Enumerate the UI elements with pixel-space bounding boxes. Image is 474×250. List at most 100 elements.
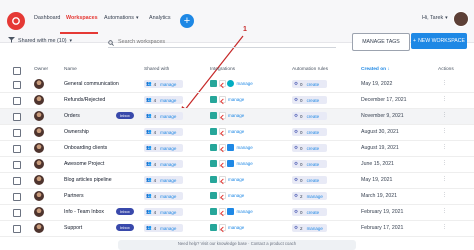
manage-integrations-link[interactable]: manage — [228, 193, 244, 198]
nav-automations[interactable]: Automations ▾ — [104, 15, 138, 21]
table-row[interactable]: General communication 👥 4 manage manage … — [0, 77, 474, 93]
manage-shared-link[interactable]: manage — [160, 114, 176, 119]
workspace-name[interactable]: General communication — [64, 81, 119, 87]
manage-integrations-link[interactable]: manage — [237, 209, 253, 214]
integrations[interactable]: manage — [210, 192, 244, 199]
shared-with[interactable]: 👥 4 manage — [144, 112, 183, 120]
automation-rules[interactable]: ⚙ 0 create — [292, 176, 327, 184]
manage-shared-link[interactable]: manage — [160, 146, 176, 151]
row-checkbox[interactable] — [13, 193, 21, 201]
automation-rules[interactable]: ⚙ 0 create — [292, 144, 327, 152]
automation-rules[interactable]: ⚙ 0 create — [292, 80, 327, 88]
automation-rules[interactable]: ⚙ 2 manage — [292, 192, 327, 200]
select-all-checkbox[interactable] — [13, 67, 21, 75]
integrations[interactable]: manage — [210, 160, 253, 167]
integrations[interactable]: manage — [210, 224, 244, 231]
manage-integrations-link[interactable]: manage — [228, 97, 244, 102]
manage-shared-link[interactable]: manage — [160, 82, 176, 87]
workspace-name[interactable]: Orders — [64, 113, 80, 119]
rule-action-link[interactable]: create — [307, 130, 320, 135]
rule-action-link[interactable]: create — [307, 82, 320, 87]
row-checkbox[interactable] — [13, 129, 21, 137]
row-checkbox[interactable] — [13, 177, 21, 185]
rule-action-link[interactable]: create — [307, 178, 320, 183]
more-actions-icon[interactable]: ⋮ — [442, 80, 447, 86]
user-avatar[interactable] — [453, 11, 469, 27]
more-actions-icon[interactable]: ⋮ — [442, 112, 447, 118]
workspace-name[interactable]: Onboarding clients — [64, 145, 107, 151]
nav-dashboard[interactable]: Dashboard — [34, 15, 60, 21]
manage-shared-link[interactable]: manage — [160, 130, 176, 135]
nav-workspaces[interactable]: Workspaces — [66, 15, 98, 21]
workspace-name[interactable]: Refunds/Rejected — [64, 97, 105, 103]
shared-with[interactable]: 👥 4 manage — [144, 96, 183, 104]
add-button[interactable]: + — [180, 14, 194, 28]
workspace-name[interactable]: Partners — [64, 193, 84, 199]
integrations[interactable]: manage — [210, 128, 244, 135]
manage-integrations-link[interactable]: manage — [237, 81, 253, 86]
table-row[interactable]: Awesome Project 👥 4 manage manage ⚙ 0 cr… — [0, 157, 474, 173]
integrations[interactable]: manage — [210, 208, 253, 215]
rule-action-link[interactable]: manage — [307, 226, 323, 231]
row-checkbox[interactable] — [13, 209, 21, 217]
integrations[interactable]: manage — [210, 176, 244, 183]
integrations[interactable]: manage — [210, 112, 244, 119]
workspace-name[interactable]: Blog articles pipeline — [64, 177, 112, 183]
rule-action-link[interactable]: create — [307, 114, 320, 119]
workspace-name[interactable]: Info - Team Inbox — [64, 209, 104, 215]
automation-rules[interactable]: ⚙ 0 create — [292, 128, 327, 136]
workspace-name[interactable]: Support — [64, 225, 82, 231]
more-actions-icon[interactable]: ⋮ — [442, 160, 447, 166]
table-row[interactable]: Refunds/Rejected 👥 4 manage manage ⚙ 0 c… — [0, 93, 474, 109]
row-checkbox[interactable] — [13, 97, 21, 105]
automation-rules[interactable]: ⚙ 0 create — [292, 96, 327, 104]
rule-action-link[interactable]: create — [307, 162, 320, 167]
manage-integrations-link[interactable]: manage — [237, 161, 253, 166]
automation-rules[interactable]: ⚙ 0 create — [292, 160, 327, 168]
row-checkbox[interactable] — [13, 225, 21, 233]
workspace-name[interactable]: Awesome Project — [64, 161, 104, 167]
shared-with[interactable]: 👥 4 manage — [144, 208, 183, 216]
manage-shared-link[interactable]: manage — [160, 98, 176, 103]
manage-integrations-link[interactable]: manage — [228, 225, 244, 230]
row-checkbox[interactable] — [13, 145, 21, 153]
table-row[interactable]: Orders Inbox 👥 4 manage manage ⚙ 0 creat… — [0, 109, 474, 125]
integrations[interactable]: manage — [210, 144, 253, 151]
manage-integrations-link[interactable]: manage — [228, 177, 244, 182]
new-workspace-button[interactable]: + NEW WORKSPACE — [411, 33, 467, 49]
manage-shared-link[interactable]: manage — [160, 178, 176, 183]
table-row[interactable]: Onboarding clients 👥 4 manage manage ⚙ 0… — [0, 141, 474, 157]
manage-tags-button[interactable]: MANAGE TAGS — [352, 33, 410, 51]
more-actions-icon[interactable]: ⋮ — [442, 96, 447, 102]
shared-with[interactable]: 👥 4 manage — [144, 192, 183, 200]
help-footer[interactable]: Need help? Visit our knowledge base · Co… — [118, 240, 356, 250]
more-actions-icon[interactable]: ⋮ — [442, 144, 447, 150]
more-actions-icon[interactable]: ⋮ — [442, 192, 447, 198]
rule-action-link[interactable]: create — [307, 98, 320, 103]
shared-with[interactable]: 👥 4 manage — [144, 144, 183, 152]
search-box[interactable] — [108, 36, 336, 48]
workspace-name[interactable]: Ownership — [64, 129, 89, 135]
rule-action-link[interactable]: create — [307, 146, 320, 151]
integrations[interactable]: manage — [210, 80, 253, 87]
user-greeting[interactable]: Hi, Tarek ▾ — [422, 15, 448, 21]
integrations[interactable]: manage — [210, 96, 244, 103]
row-checkbox[interactable] — [13, 81, 21, 89]
manage-integrations-link[interactable]: manage — [228, 113, 244, 118]
nav-analytics[interactable]: Analytics — [149, 15, 171, 21]
automation-rules[interactable]: ⚙ 0 create — [292, 208, 327, 216]
manage-shared-link[interactable]: manage — [160, 226, 176, 231]
header-name[interactable]: Name — [64, 67, 77, 72]
manage-shared-link[interactable]: manage — [160, 162, 176, 167]
more-actions-icon[interactable]: ⋮ — [442, 128, 447, 134]
more-actions-icon[interactable]: ⋮ — [442, 208, 447, 214]
automation-rules[interactable]: ⚙ 2 manage — [292, 224, 327, 232]
search-input[interactable] — [118, 38, 318, 45]
shared-with[interactable]: 👥 4 manage — [144, 80, 183, 88]
table-row[interactable]: Ownership 👥 4 manage manage ⚙ 0 create A… — [0, 125, 474, 141]
manage-shared-link[interactable]: manage — [160, 210, 176, 215]
manage-integrations-link[interactable]: manage — [237, 145, 253, 150]
filter-select[interactable]: Shared with me (10) ▾ — [8, 37, 72, 45]
manage-integrations-link[interactable]: manage — [228, 129, 244, 134]
header-created[interactable]: Created on ↓ — [361, 67, 390, 72]
